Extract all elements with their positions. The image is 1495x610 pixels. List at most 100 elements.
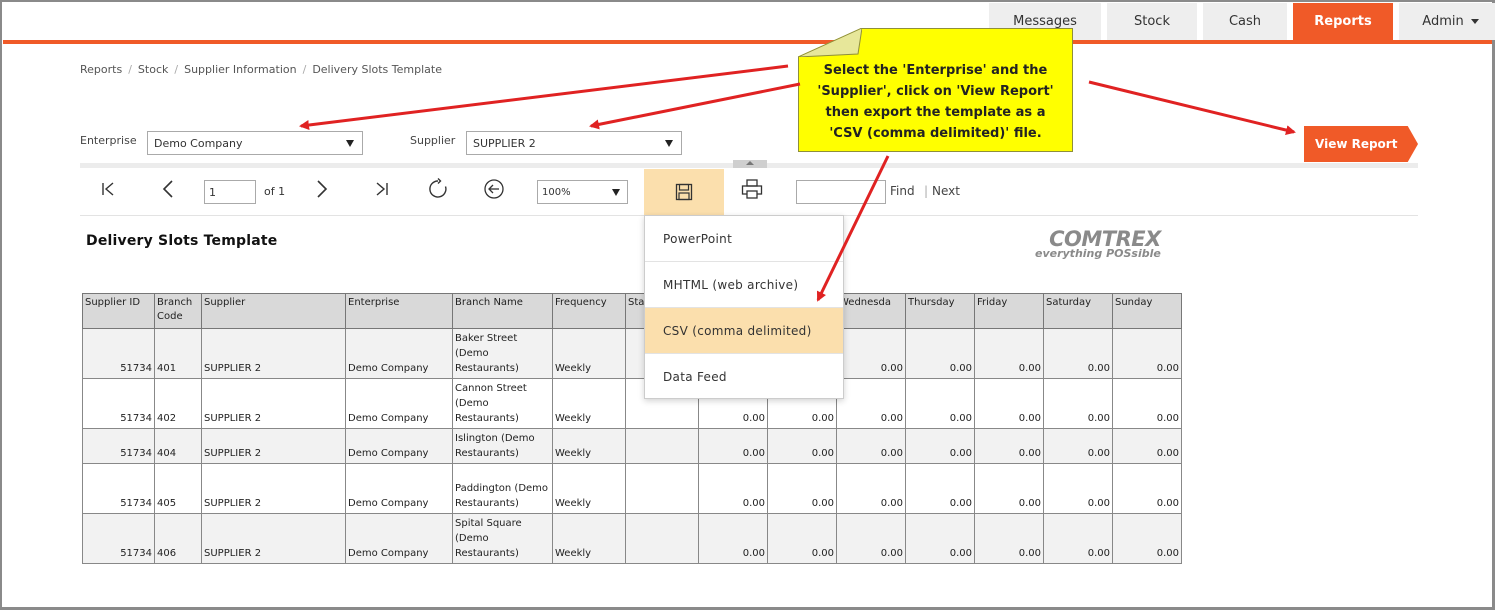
- back-icon[interactable]: [482, 177, 506, 201]
- breadcrumb-current: Delivery Slots Template: [312, 63, 442, 76]
- next-link[interactable]: Next: [932, 184, 960, 198]
- nav-tab-reports[interactable]: Reports: [1293, 3, 1393, 40]
- cell-supplier: SUPPLIER 2: [201, 463, 346, 514]
- export-menu-item-mhtml[interactable]: MHTML (web archive): [645, 262, 843, 308]
- supplier-select[interactable]: SUPPLIER 2: [466, 131, 682, 155]
- cell-tuesday: 0.00: [767, 463, 837, 514]
- col-wednesday: Wednesda: [836, 293, 906, 329]
- cell-branch-code: 405: [154, 463, 202, 514]
- cell-start: [625, 463, 699, 514]
- cell-sunday: 0.00: [1112, 513, 1182, 564]
- zoom-select[interactable]: 100%: [537, 180, 628, 204]
- last-page-icon[interactable]: [372, 180, 392, 198]
- caret-down-icon: [612, 189, 620, 196]
- cell-sunday: 0.00: [1112, 328, 1182, 379]
- col-saturday: Saturday: [1043, 293, 1113, 329]
- col-sunday: Sunday: [1112, 293, 1182, 329]
- view-report-button[interactable]: View Report: [1304, 126, 1418, 162]
- cell-supplier: SUPPLIER 2: [201, 428, 346, 464]
- cell-frequency: Weekly: [552, 513, 626, 564]
- cell-branch-code: 406: [154, 513, 202, 564]
- enterprise-select-value: Demo Company: [154, 136, 243, 150]
- toolbar-collapse-handle[interactable]: [733, 160, 767, 168]
- col-supplier-id: Supplier ID: [82, 293, 155, 329]
- cell-saturday: 0.00: [1043, 428, 1113, 464]
- cell-thursday: 0.00: [905, 378, 975, 429]
- page-count: of 1: [264, 185, 286, 198]
- cell-start: [625, 428, 699, 464]
- first-page-icon[interactable]: [98, 180, 118, 198]
- export-format-menu: PowerPoint MHTML (web archive) CSV (comm…: [644, 215, 844, 399]
- cell-thursday: 0.00: [905, 463, 975, 514]
- cell-branch-code: 402: [154, 378, 202, 429]
- breadcrumb-stock[interactable]: Stock: [138, 63, 168, 76]
- export-menu-item-data-feed[interactable]: Data Feed: [645, 354, 843, 400]
- cell-sunday: 0.00: [1112, 463, 1182, 514]
- cell-tuesday: 0.00: [767, 428, 837, 464]
- cell-supplier: SUPPLIER 2: [201, 378, 346, 429]
- print-icon[interactable]: [740, 178, 764, 200]
- cell-branch-code: 404: [154, 428, 202, 464]
- enterprise-select[interactable]: Demo Company: [147, 131, 363, 155]
- col-supplier: Supplier: [201, 293, 346, 329]
- find-input[interactable]: [796, 180, 886, 204]
- export-menu-item-csv[interactable]: CSV (comma delimited): [645, 308, 843, 354]
- cell-supplier: SUPPLIER 2: [201, 328, 346, 379]
- nav-tab-stock[interactable]: Stock: [1107, 3, 1197, 40]
- export-menu-item-powerpoint[interactable]: PowerPoint: [645, 216, 843, 262]
- cell-friday: 0.00: [974, 328, 1044, 379]
- nav-tab-cash[interactable]: Cash: [1203, 3, 1287, 40]
- col-branch-code: Branch Code: [154, 293, 202, 329]
- cell-friday: 0.00: [974, 378, 1044, 429]
- next-page-icon[interactable]: [312, 180, 332, 198]
- nav-underline: [3, 40, 1492, 44]
- find-link[interactable]: Find: [890, 184, 915, 198]
- cell-frequency: Weekly: [552, 463, 626, 514]
- cell-friday: 0.00: [974, 428, 1044, 464]
- cell-frequency: Weekly: [552, 378, 626, 429]
- find-separator: |: [924, 184, 929, 198]
- breadcrumb-separator: /: [174, 63, 179, 76]
- cell-enterprise: Demo Company: [345, 378, 453, 429]
- report-table: Supplier ID Branch Code Supplier Enterpr…: [82, 293, 1182, 564]
- cell-branch-name: Spital Square (Demo Restaurants): [452, 513, 553, 564]
- col-thursday: Thursday: [905, 293, 975, 329]
- nav-tab-label: Reports: [1314, 14, 1372, 29]
- nav-tab-admin[interactable]: Admin: [1399, 3, 1495, 40]
- cell-enterprise: Demo Company: [345, 428, 453, 464]
- breadcrumb-supplier-information[interactable]: Supplier Information: [184, 63, 297, 76]
- refresh-icon[interactable]: [426, 177, 450, 201]
- export-save-button[interactable]: [644, 169, 724, 215]
- cell-wednesday: 0.00: [836, 378, 906, 429]
- nav-tab-label: Messages: [1013, 14, 1077, 29]
- cell-enterprise: Demo Company: [345, 513, 453, 564]
- col-enterprise: Enterprise: [345, 293, 453, 329]
- supplier-select-value: SUPPLIER 2: [473, 136, 536, 150]
- cell-supplier-id: 51734: [82, 428, 155, 464]
- cell-wednesday: 0.00: [836, 513, 906, 564]
- supplier-label: Supplier: [410, 134, 456, 147]
- caret-down-icon: [346, 140, 354, 147]
- table-row: 51734 401 SUPPLIER 2 Demo Company Baker …: [82, 328, 1182, 379]
- breadcrumb-reports[interactable]: Reports: [80, 63, 122, 76]
- report-title: Delivery Slots Template: [86, 233, 278, 249]
- cell-sunday: 0.00: [1112, 428, 1182, 464]
- cell-wednesday: 0.00: [836, 328, 906, 379]
- cell-supplier: SUPPLIER 2: [201, 513, 346, 564]
- cell-saturday: 0.00: [1043, 463, 1113, 514]
- cell-start: [625, 513, 699, 564]
- prev-page-icon[interactable]: [158, 180, 178, 198]
- cell-monday: 0.00: [698, 463, 768, 514]
- cell-friday: 0.00: [974, 513, 1044, 564]
- table-row: 51734 406 SUPPLIER 2 Demo Company Spital…: [82, 513, 1182, 564]
- cell-thursday: 0.00: [905, 513, 975, 564]
- page-number-input[interactable]: 1: [204, 180, 256, 204]
- col-friday: Friday: [974, 293, 1044, 329]
- callout-text: Select the 'Enterprise' and the 'Supplie…: [817, 63, 1054, 141]
- cell-branch-name: Baker Street (Demo Restaurants): [452, 328, 553, 379]
- cell-frequency: Weekly: [552, 428, 626, 464]
- enterprise-label: Enterprise: [80, 134, 137, 147]
- cell-saturday: 0.00: [1043, 513, 1113, 564]
- cell-wednesday: 0.00: [836, 463, 906, 514]
- cell-frequency: Weekly: [552, 328, 626, 379]
